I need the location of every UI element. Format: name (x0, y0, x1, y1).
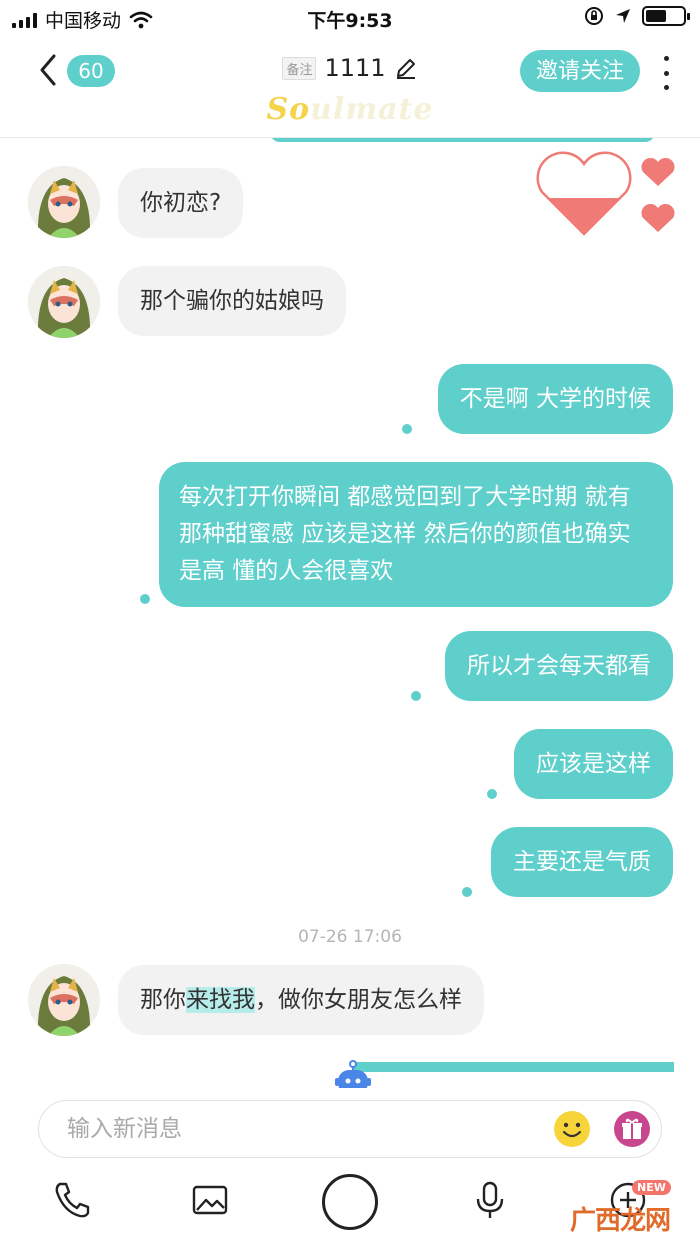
incoming-message-bubble[interactable]: 那你来找我，做你女朋友怎么样 (118, 965, 484, 1035)
remark-tag: 备注 (282, 56, 317, 80)
previous-message-edge (270, 138, 655, 142)
incoming-message-bubble[interactable]: 那个骗你的姑娘吗 (118, 266, 346, 336)
rotation-lock-icon (585, 7, 603, 25)
outgoing-message-bubble[interactable]: 不是啊 大学的时候 (437, 364, 673, 434)
read-indicator-dot (140, 594, 150, 604)
chat-area[interactable]: 你初恋? 那个骗你的姑娘吗 不是啊 大学的时候 每次打开你瞬间 都感觉回到了大学… (0, 138, 700, 1088)
outgoing-message-bubble[interactable]: 主要还是气质 (491, 827, 673, 897)
emoji-icon[interactable] (553, 1110, 591, 1148)
highlighted-text[interactable]: 来找我 (186, 987, 255, 1013)
message-input-container (38, 1100, 662, 1158)
outgoing-message-bubble[interactable]: 所以才会每天都看 (445, 631, 673, 701)
chat-header: 60 备注 1111 Soulmate 邀请关注 (0, 36, 700, 138)
more-options-icon[interactable] (660, 56, 672, 90)
robot-assistant-icon[interactable] (334, 1060, 372, 1088)
phone-call-icon[interactable] (50, 1178, 94, 1222)
contact-avatar[interactable] (28, 266, 100, 338)
read-indicator-dot (411, 691, 421, 701)
camera-shutter-button[interactable] (322, 1174, 378, 1230)
status-bar: 中国移动 下午9:53 (0, 0, 700, 36)
soulmate-logo: Soulmate (266, 92, 434, 127)
outgoing-message-bubble[interactable]: 每次打开你瞬间 都感觉回到了大学时期 就有那种甜蜜感 应该是这样 然后你的颜值也… (159, 462, 673, 607)
location-icon (616, 9, 630, 23)
invite-follow-button[interactable]: 邀请关注 (520, 50, 640, 92)
message-timestamp: 07-26 17:06 (298, 927, 402, 947)
read-indicator-dot (402, 424, 412, 434)
next-message-edge (352, 1062, 674, 1072)
message-text-part: ，做你女朋友怎么样 (255, 987, 462, 1013)
chat-title: 1111 (324, 54, 386, 82)
image-picker-icon[interactable] (188, 1178, 232, 1222)
battery-icon (642, 6, 690, 26)
contact-avatar[interactable] (28, 166, 100, 238)
read-indicator-dot (462, 887, 472, 897)
contact-avatar[interactable] (28, 964, 100, 1036)
outgoing-message-bubble[interactable]: 应该是这样 (514, 729, 673, 799)
message-input[interactable] (67, 1109, 527, 1149)
message-text-part: 那你 (140, 987, 186, 1013)
new-badge: NEW (632, 1180, 671, 1195)
edit-pencil-icon[interactable] (394, 56, 418, 80)
soulmate-heart-icon[interactable] (532, 150, 682, 240)
gift-icon[interactable] (613, 1110, 651, 1148)
read-indicator-dot (487, 789, 497, 799)
microphone-icon[interactable] (468, 1178, 512, 1222)
incoming-message-bubble[interactable]: 你初恋? (118, 168, 244, 238)
watermark-logo: 广西龙网 (570, 1206, 671, 1236)
